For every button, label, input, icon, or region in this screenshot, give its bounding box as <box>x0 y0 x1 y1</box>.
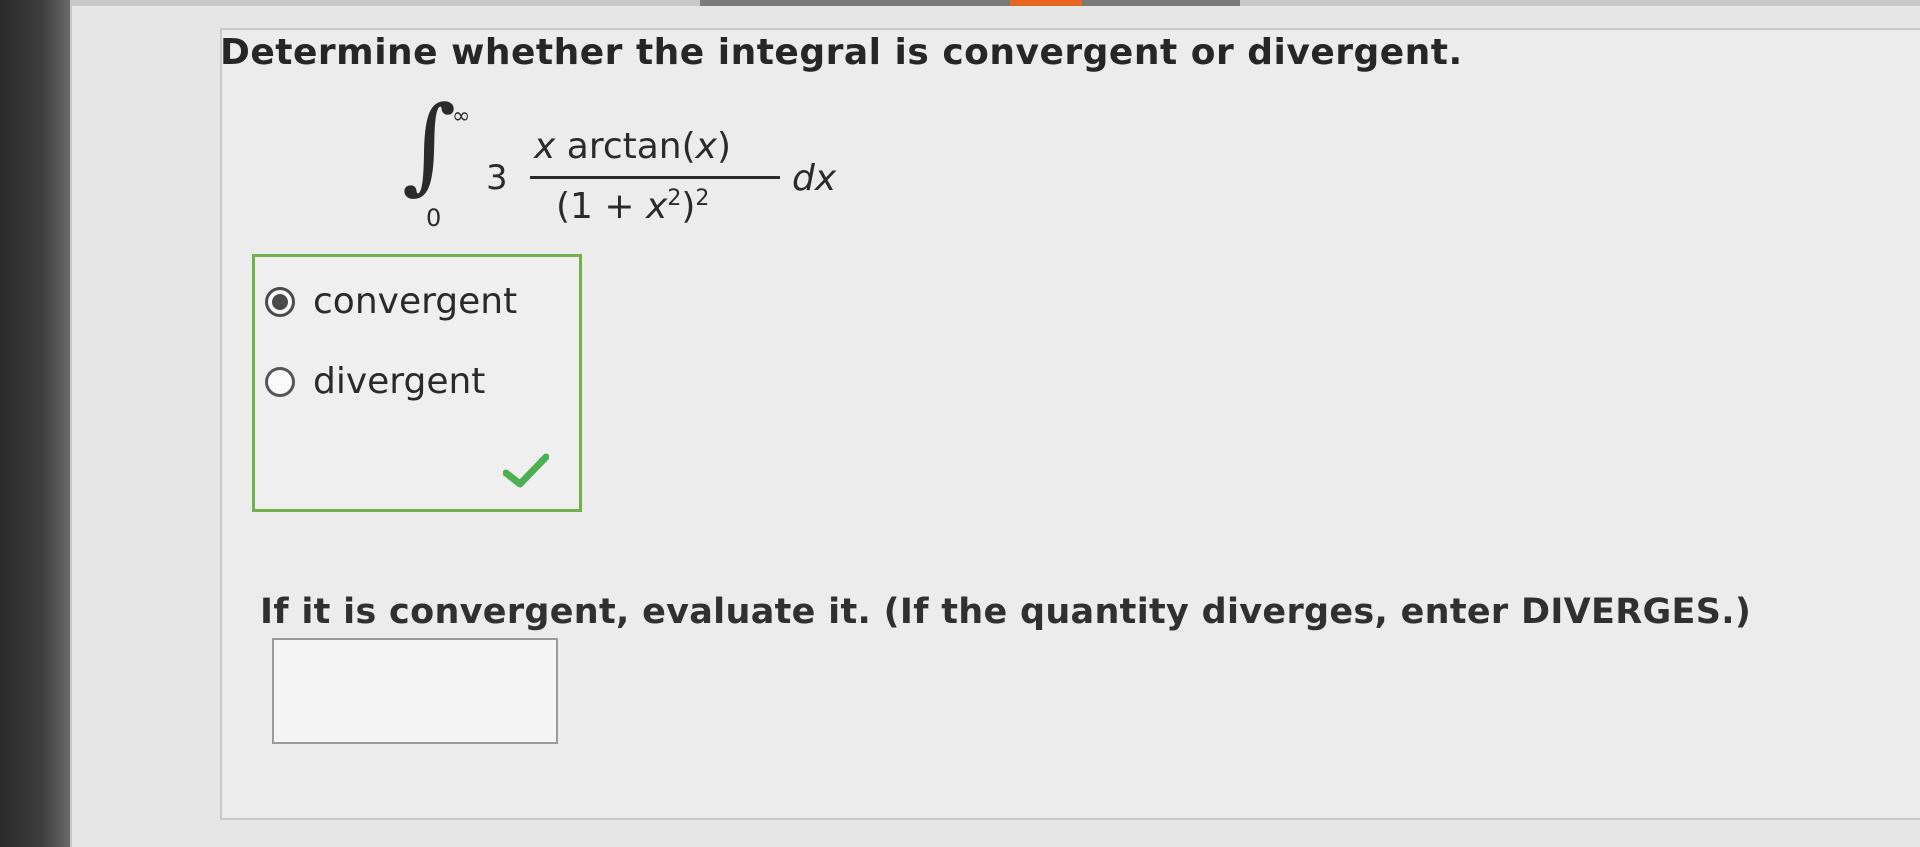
inner-exponent: 2 <box>667 186 682 211</box>
choice-convergent-label: convergent <box>313 281 518 322</box>
radio-convergent[interactable] <box>265 286 295 317</box>
answer-input[interactable] <box>272 638 558 744</box>
lower-limit: 0 <box>426 204 442 232</box>
integrand-coefficient: 3 <box>486 158 508 198</box>
question-page: Determine whether the integral is conver… <box>72 6 1920 847</box>
integrand-denominator: (1 + x2)2 <box>556 186 710 227</box>
differential: dx <box>792 158 837 199</box>
evaluate-instruction: If it is convergent, evaluate it. (If th… <box>260 592 1752 632</box>
choice-divergent-label: divergent <box>313 361 486 402</box>
integrand-numerator: x arctan(x) <box>534 126 732 167</box>
monitor-bezel <box>0 0 70 847</box>
integral-sign: ∫ <box>402 83 457 205</box>
fraction-bar <box>530 176 780 179</box>
outer-exponent: 2 <box>695 186 710 211</box>
choice-convergent[interactable]: convergent <box>265 281 517 322</box>
answer-choices-group: convergent divergent <box>252 254 582 512</box>
integral-expression: ∫ ∞ 0 3 x arctan(x) (1 + x2)2 dx <box>402 92 862 236</box>
upper-limit: ∞ <box>452 104 471 129</box>
question-prompt: Determine whether the integral is conver… <box>220 32 1463 73</box>
checkmark-icon <box>503 453 549 488</box>
radio-divergent[interactable] <box>265 366 295 397</box>
choice-divergent[interactable]: divergent <box>265 361 485 402</box>
